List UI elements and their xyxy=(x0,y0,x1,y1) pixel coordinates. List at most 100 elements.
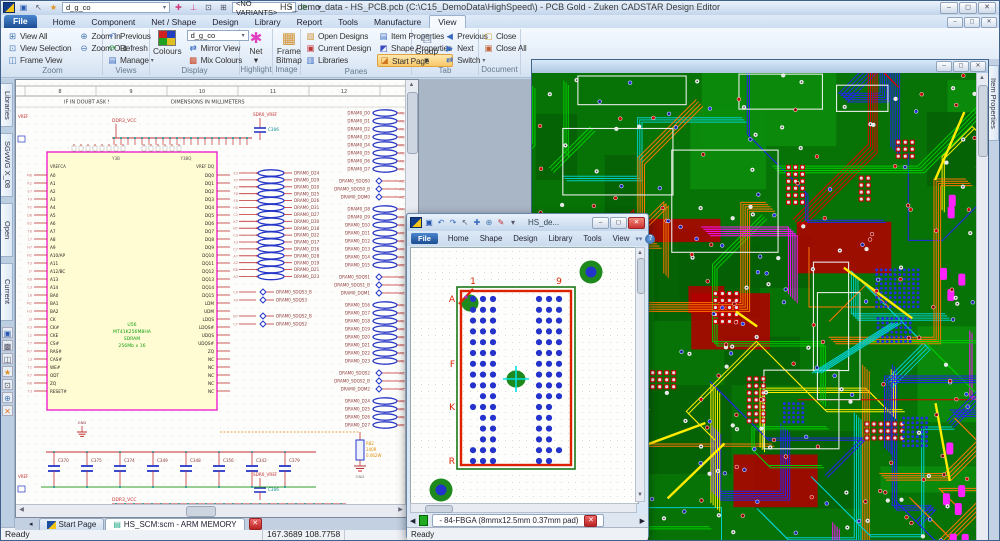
fp-tab-scroll-left-icon[interactable]: ◀ xyxy=(410,517,415,525)
dock-tab-libraries[interactable]: Libraries xyxy=(1,83,13,127)
undo-icon[interactable]: ↶ xyxy=(436,217,446,228)
close-document-icon[interactable]: ✕ xyxy=(249,518,262,530)
view-all-button[interactable]: ⊞View All xyxy=(6,30,72,42)
net-button[interactable]: ✱Net▾ xyxy=(243,30,269,65)
minimize-button[interactable]: – xyxy=(940,2,958,14)
tab-tools[interactable]: Tools xyxy=(330,16,366,28)
tab-report[interactable]: Report xyxy=(289,16,331,28)
footprint-doc-tab[interactable]: - 84-FBGA (8mmx12.5mm 0.37mm pad) ✕ xyxy=(432,514,604,527)
scroll-right-icon[interactable]: ▶ xyxy=(395,505,406,516)
vscroll-thumb[interactable] xyxy=(407,92,418,154)
fp-tab-library[interactable]: Library xyxy=(544,234,578,243)
delete-icon[interactable]: ✕ xyxy=(2,405,13,416)
pcb-vscroll-thumb[interactable] xyxy=(978,85,988,157)
zoom-icon[interactable]: ⊕ xyxy=(2,392,13,403)
close-all-button[interactable]: ▣Close All xyxy=(482,42,527,54)
open-designs-button[interactable]: ▨Open Designs xyxy=(304,30,372,42)
dock-tab-sgvwg-x-08-x-on[interactable]: SGvWG X_08 X_On xyxy=(1,133,13,197)
favorites-icon[interactable]: ★ xyxy=(2,366,13,377)
footprint-hscrollbar[interactable] xyxy=(410,503,637,513)
fp-tab-scroll-right-icon[interactable]: ▶ xyxy=(640,517,645,525)
tab-home[interactable]: Home xyxy=(45,16,84,28)
pan-icon[interactable]: ✚ xyxy=(472,217,482,228)
file-button[interactable]: File xyxy=(4,15,37,28)
measure-icon[interactable]: ✚ xyxy=(172,2,185,13)
app-logo-icon[interactable] xyxy=(410,217,422,228)
fp-minimize-button[interactable]: – xyxy=(592,217,609,229)
close-button[interactable]: ▢Close xyxy=(482,30,527,42)
manage-button[interactable]: ▤Manage▾ xyxy=(106,54,155,66)
dock-tab-current-design[interactable]: Current Design xyxy=(1,263,13,321)
footprint-content[interactable]: 19AFKR xyxy=(410,247,639,504)
tab-library[interactable]: Library xyxy=(247,16,289,28)
tab-design[interactable]: Design xyxy=(204,16,246,28)
frame-view-button[interactable]: ◫Frame View xyxy=(6,54,72,66)
schematic-hscrollbar[interactable]: ◀ ▶ xyxy=(16,504,406,517)
footprint-canvas[interactable]: 19AFKR xyxy=(411,248,638,503)
restore-button[interactable]: ◻ xyxy=(959,2,977,14)
schematic-canvas[interactable]: 8910111213IF IN DOUBT ASK !DIMENSIONS IN… xyxy=(16,80,407,506)
search-combo[interactable]: d_g_co▾ xyxy=(62,2,170,13)
mdi-close-button[interactable]: ✕ xyxy=(981,17,997,28)
save-icon[interactable]: ▣ xyxy=(2,327,13,338)
tab-net-shape[interactable]: Net / Shape xyxy=(143,16,204,28)
mdi-minimize-button[interactable]: – xyxy=(947,17,963,28)
help-icon[interactable]: ? xyxy=(645,234,655,244)
scroll-up-icon[interactable]: ▲ xyxy=(406,80,417,91)
doc-tab-hs-scm-scm-arm-memory[interactable]: ▤HS_SCM:scm - ARM MEMORY xyxy=(105,518,244,530)
probe-icon[interactable]: ⊥ xyxy=(187,2,200,13)
fp-tab-home[interactable]: Home xyxy=(443,234,474,243)
overflow-icon[interactable]: ▾ xyxy=(508,217,518,228)
scroll-down-icon[interactable]: ▼ xyxy=(636,490,644,501)
save-icon[interactable]: ▣ xyxy=(17,2,30,13)
select-cursor-icon[interactable]: ↖ xyxy=(460,217,470,228)
favorites-icon[interactable]: ★ xyxy=(47,2,60,13)
select-cursor-icon[interactable]: ↖ xyxy=(32,2,45,13)
colours-button[interactable]: Colours xyxy=(153,30,182,56)
app-logo-icon[interactable] xyxy=(3,2,15,13)
fp-maximize-button[interactable]: ◻ xyxy=(610,217,627,229)
fp-vscroll-thumb[interactable] xyxy=(637,258,645,294)
mdi-restore-button[interactable]: ◻ xyxy=(964,17,980,28)
frame-icon[interactable]: ◫ xyxy=(2,353,13,364)
refresh-button[interactable]: ⟳Refresh xyxy=(106,42,155,54)
chevron-down-icon[interactable]: ▾ xyxy=(163,4,166,11)
frame-bitmap-button[interactable]: ▦Frame Bitmap xyxy=(276,30,302,65)
view-selection-button[interactable]: ⊡View Selection xyxy=(6,42,72,54)
pcb-restore-button[interactable]: ◻ xyxy=(953,61,969,72)
doc-tab-start-page[interactable]: Start Page xyxy=(39,518,105,530)
pcb-close-button[interactable]: ✕ xyxy=(970,61,986,72)
dock-tab-open-designs[interactable]: Open Designs xyxy=(1,203,13,257)
current-design-button[interactable]: ▣Current Design xyxy=(304,42,372,54)
pcb-minimize-button[interactable]: – xyxy=(936,61,952,72)
previous-button[interactable]: ↶Previous xyxy=(106,30,155,42)
hscroll-thumb[interactable] xyxy=(186,506,216,517)
libraries-button[interactable]: ▥Libraries xyxy=(304,54,372,66)
save-icon[interactable]: ▣ xyxy=(424,217,434,228)
image-icon[interactable]: ▩ xyxy=(2,340,13,351)
pencil-icon[interactable]: ✎ xyxy=(496,217,506,228)
pcb-vscrollbar[interactable]: ▲ xyxy=(976,73,988,541)
close-button[interactable]: ✕ xyxy=(978,2,996,14)
fp-close-doc-icon[interactable]: ✕ xyxy=(584,515,597,527)
fp-tab-tools[interactable]: Tools xyxy=(578,234,606,243)
tab-component[interactable]: Component xyxy=(83,16,143,28)
tab-manufacture[interactable]: Manufacture xyxy=(366,16,429,28)
doc-tab-scroll-left-icon[interactable]: ◂ xyxy=(29,520,33,528)
fp-file-button[interactable]: File xyxy=(411,233,438,244)
scroll-left-icon[interactable]: ◀ xyxy=(16,505,27,516)
schematic-window[interactable]: 8910111213IF IN DOUBT ASK !DIMENSIONS IN… xyxy=(15,79,419,518)
fp-close-button[interactable]: ✕ xyxy=(628,217,645,229)
tab-view[interactable]: View xyxy=(429,15,465,28)
select-icon[interactable]: ⊡ xyxy=(2,379,13,390)
footprint-vscrollbar[interactable]: ▲ ▼ xyxy=(635,247,645,502)
scroll-up-icon[interactable]: ▲ xyxy=(977,73,987,84)
group-button[interactable]: ⧉Group▾ xyxy=(415,30,438,65)
redo-icon[interactable]: ↷ xyxy=(448,217,458,228)
chevron-icon[interactable]: ▾▾ xyxy=(635,235,642,243)
fp-tab-shape[interactable]: Shape xyxy=(475,234,508,243)
fp-tab-design[interactable]: Design xyxy=(508,234,542,243)
zoom-icon[interactable]: ⊕ xyxy=(484,217,494,228)
fp-hscroll-thumb[interactable] xyxy=(425,505,453,513)
footprint-window[interactable]: ▣↶↷↖✚⊕✎▾ HS_de... –◻✕ FileHomeShapeDesig… xyxy=(406,213,649,539)
